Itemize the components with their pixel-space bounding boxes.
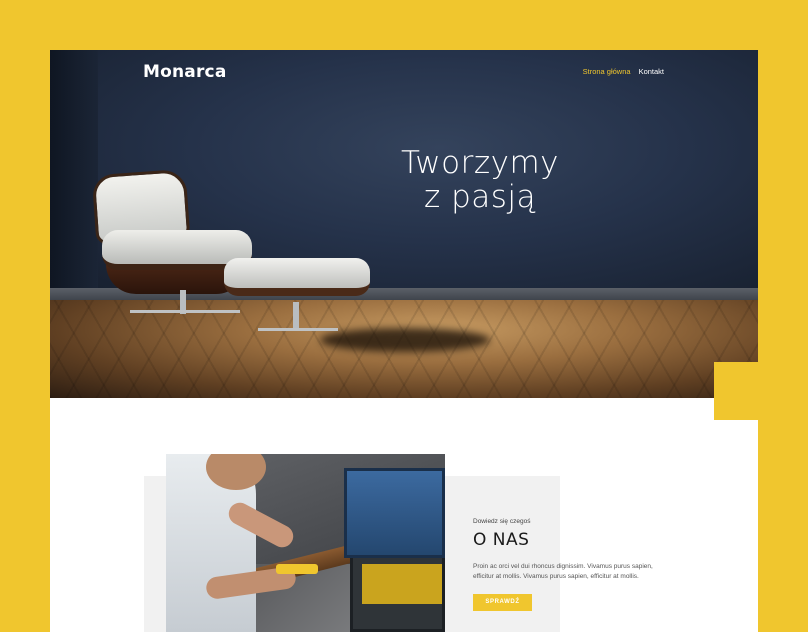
about-photo: [166, 454, 445, 632]
ottoman-stem: [293, 302, 299, 328]
main-nav: Strona główna Kontakt: [583, 67, 664, 76]
chair-shadow: [320, 328, 490, 352]
hero-section: Monarca Strona główna Kontakt Tworzymy z…: [50, 50, 758, 398]
about-title: O NAS: [473, 530, 530, 550]
accent-square: [714, 362, 758, 420]
hero-title-line2: z pasją: [423, 179, 537, 215]
nav-item-home[interactable]: Strona główna: [583, 67, 631, 76]
photo-toolbox-lid: [344, 468, 445, 558]
hero-title-line1: Tworzymy: [400, 145, 560, 181]
check-button[interactable]: SPRAWDŹ: [473, 594, 532, 611]
site-logo[interactable]: Monarca: [143, 62, 227, 82]
photo-tool: [276, 564, 318, 574]
photo-toolbox-tray: [362, 564, 442, 604]
about-body: Proin ac orci vel dui rhoncus dignissim.…: [473, 563, 653, 580]
ottoman: [224, 258, 370, 296]
hero-title: Tworzymy z pasją: [380, 146, 580, 214]
lounge-chair-base: [130, 310, 240, 326]
ottoman-base: [258, 328, 338, 331]
nav-item-contact[interactable]: Kontakt: [639, 67, 664, 76]
about-eyebrow: Dowiedz się czegoś: [473, 518, 531, 525]
hero-wall-corner: [50, 50, 98, 300]
about-content: Dowiedz się czegoś O NAS Proin ac orci v…: [473, 518, 673, 611]
